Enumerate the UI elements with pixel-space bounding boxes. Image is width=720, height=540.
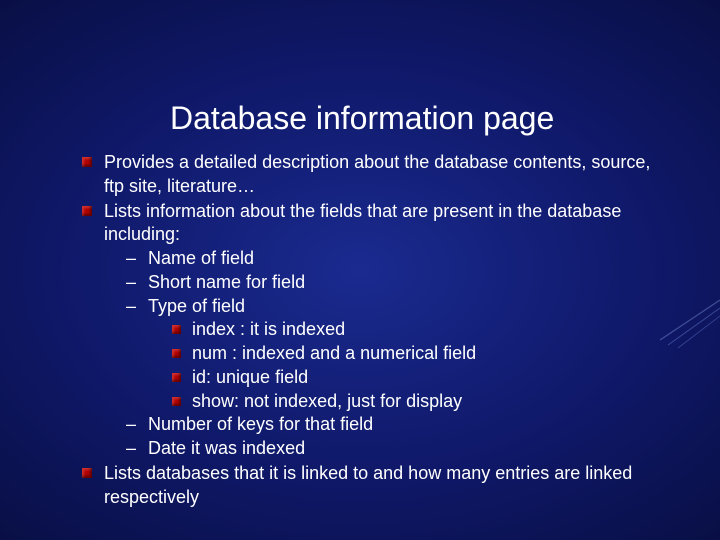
slide: Database information page Provides a det… — [0, 0, 720, 540]
list-item: show: not indexed, just for display — [170, 390, 660, 414]
light-streak-icon — [650, 290, 720, 350]
bullet-list-level-3: index : it is indexed num : indexed and … — [148, 318, 660, 413]
list-item-text: Type of field — [148, 296, 245, 316]
list-item-text: Date it was indexed — [148, 438, 305, 458]
list-item-text: Number of keys for that field — [148, 414, 373, 434]
list-item-text: Lists information about the fields that … — [104, 201, 621, 245]
page-title: Database information page — [170, 100, 660, 137]
list-item: Provides a detailed description about th… — [80, 151, 660, 199]
list-item: Number of keys for that field — [122, 413, 660, 437]
list-item: index : it is indexed — [170, 318, 660, 342]
list-item: num : indexed and a numerical field — [170, 342, 660, 366]
list-item-text: num : indexed and a numerical field — [192, 343, 476, 363]
list-item: Lists databases that it is linked to and… — [80, 462, 660, 510]
bullet-list-level-2: Name of field Short name for field Type … — [104, 247, 660, 461]
list-item: id: unique field — [170, 366, 660, 390]
list-item-text: index : it is indexed — [192, 319, 345, 339]
list-item-text: Name of field — [148, 248, 254, 268]
list-item-text: Lists databases that it is linked to and… — [104, 463, 632, 507]
list-item: Name of field — [122, 247, 660, 271]
body-text: Provides a detailed description about th… — [80, 151, 660, 509]
list-item: Type of field index : it is indexed num … — [122, 295, 660, 414]
list-item-text: show: not indexed, just for display — [192, 391, 462, 411]
list-item-text: id: unique field — [192, 367, 308, 387]
list-item: Date it was indexed — [122, 437, 660, 461]
list-item: Short name for field — [122, 271, 660, 295]
bullet-list-level-1: Provides a detailed description about th… — [80, 151, 660, 509]
list-item-text: Provides a detailed description about th… — [104, 152, 650, 196]
list-item: Lists information about the fields that … — [80, 200, 660, 461]
list-item-text: Short name for field — [148, 272, 305, 292]
